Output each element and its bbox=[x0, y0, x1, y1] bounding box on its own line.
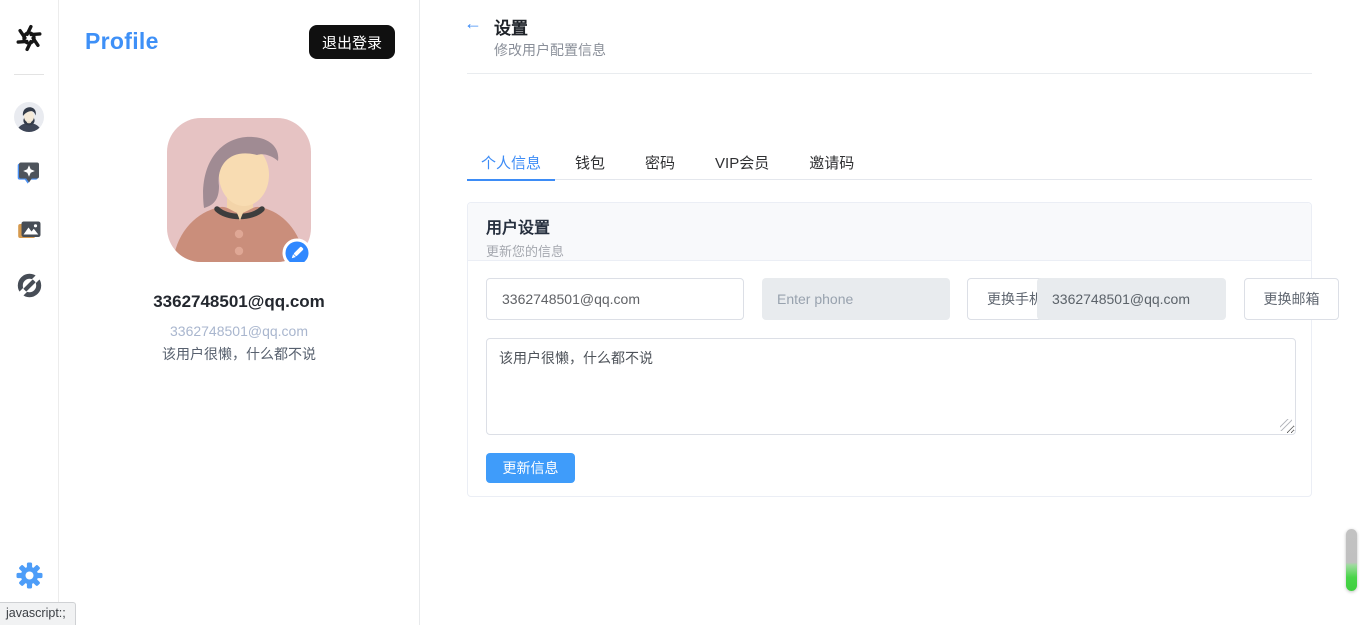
settings-subtitle: 修改用户配置信息 bbox=[494, 40, 606, 60]
tab-password[interactable]: 密码 bbox=[625, 145, 695, 180]
profile-email-secondary: 3362748501@qq.com bbox=[59, 323, 419, 339]
card-body: 更换手机 更换邮箱 该用户很懒，什么都不说 更新信息 bbox=[468, 261, 1311, 497]
user-avatar[interactable] bbox=[167, 118, 311, 262]
card-title: 用户设置 bbox=[486, 214, 1293, 238]
icon-rail bbox=[0, 0, 59, 625]
tab-wallet[interactable]: 钱包 bbox=[555, 145, 625, 180]
edit-pencil-icon bbox=[284, 240, 310, 262]
email-input[interactable] bbox=[486, 278, 744, 320]
tab-personal-info[interactable]: 个人信息 bbox=[467, 145, 555, 180]
scrollbar-thumb[interactable] bbox=[1346, 529, 1357, 591]
sparkle-badge-icon[interactable] bbox=[13, 157, 45, 189]
email-readonly-input bbox=[1037, 278, 1226, 320]
phone-input bbox=[762, 278, 950, 320]
settings-title: 设置 bbox=[494, 14, 528, 39]
user-avatar-icon[interactable] bbox=[13, 101, 45, 133]
openai-logo-icon[interactable] bbox=[11, 20, 47, 56]
gallery-icon[interactable] bbox=[13, 213, 45, 245]
compass-icon[interactable] bbox=[13, 269, 45, 301]
settings-main: ← 设置 修改用户配置信息 个人信息 钱包 密码 VIP会员 邀请码 用户设置 … bbox=[420, 0, 1360, 625]
profile-bio: 该用户很懒，什么都不说 bbox=[59, 344, 419, 364]
profile-title: Profile bbox=[85, 28, 159, 55]
status-link-preview: javascript:; bbox=[0, 602, 76, 625]
logout-button[interactable]: 退出登录 bbox=[309, 25, 395, 59]
profile-email-primary: 3362748501@qq.com bbox=[59, 292, 419, 312]
settings-tabs: 个人信息 钱包 密码 VIP会员 邀请码 bbox=[467, 145, 1312, 180]
account-fields-row: 更换手机 更换邮箱 bbox=[468, 278, 1311, 320]
tab-invite-code[interactable]: 邀请码 bbox=[789, 145, 874, 180]
bio-textarea[interactable]: 该用户很懒，什么都不说 bbox=[486, 338, 1296, 435]
app-root: Profile 退出登录 bbox=[0, 0, 1360, 625]
profile-panel: Profile 退出登录 bbox=[59, 0, 420, 625]
rail-divider bbox=[14, 74, 44, 75]
header-divider bbox=[467, 73, 1312, 74]
tab-vip[interactable]: VIP会员 bbox=[695, 145, 789, 180]
back-arrow-icon[interactable]: ← bbox=[464, 14, 482, 32]
user-settings-card: 用户设置 更新您的信息 更换手机 更换邮箱 该用户很懒，什么都不说 更新信息 bbox=[467, 202, 1312, 497]
change-email-button[interactable]: 更换邮箱 bbox=[1244, 278, 1339, 320]
card-subtitle: 更新您的信息 bbox=[486, 241, 1293, 260]
card-header: 用户设置 更新您的信息 bbox=[468, 203, 1311, 261]
gear-icon[interactable] bbox=[13, 559, 45, 591]
update-info-button[interactable]: 更新信息 bbox=[486, 453, 575, 483]
